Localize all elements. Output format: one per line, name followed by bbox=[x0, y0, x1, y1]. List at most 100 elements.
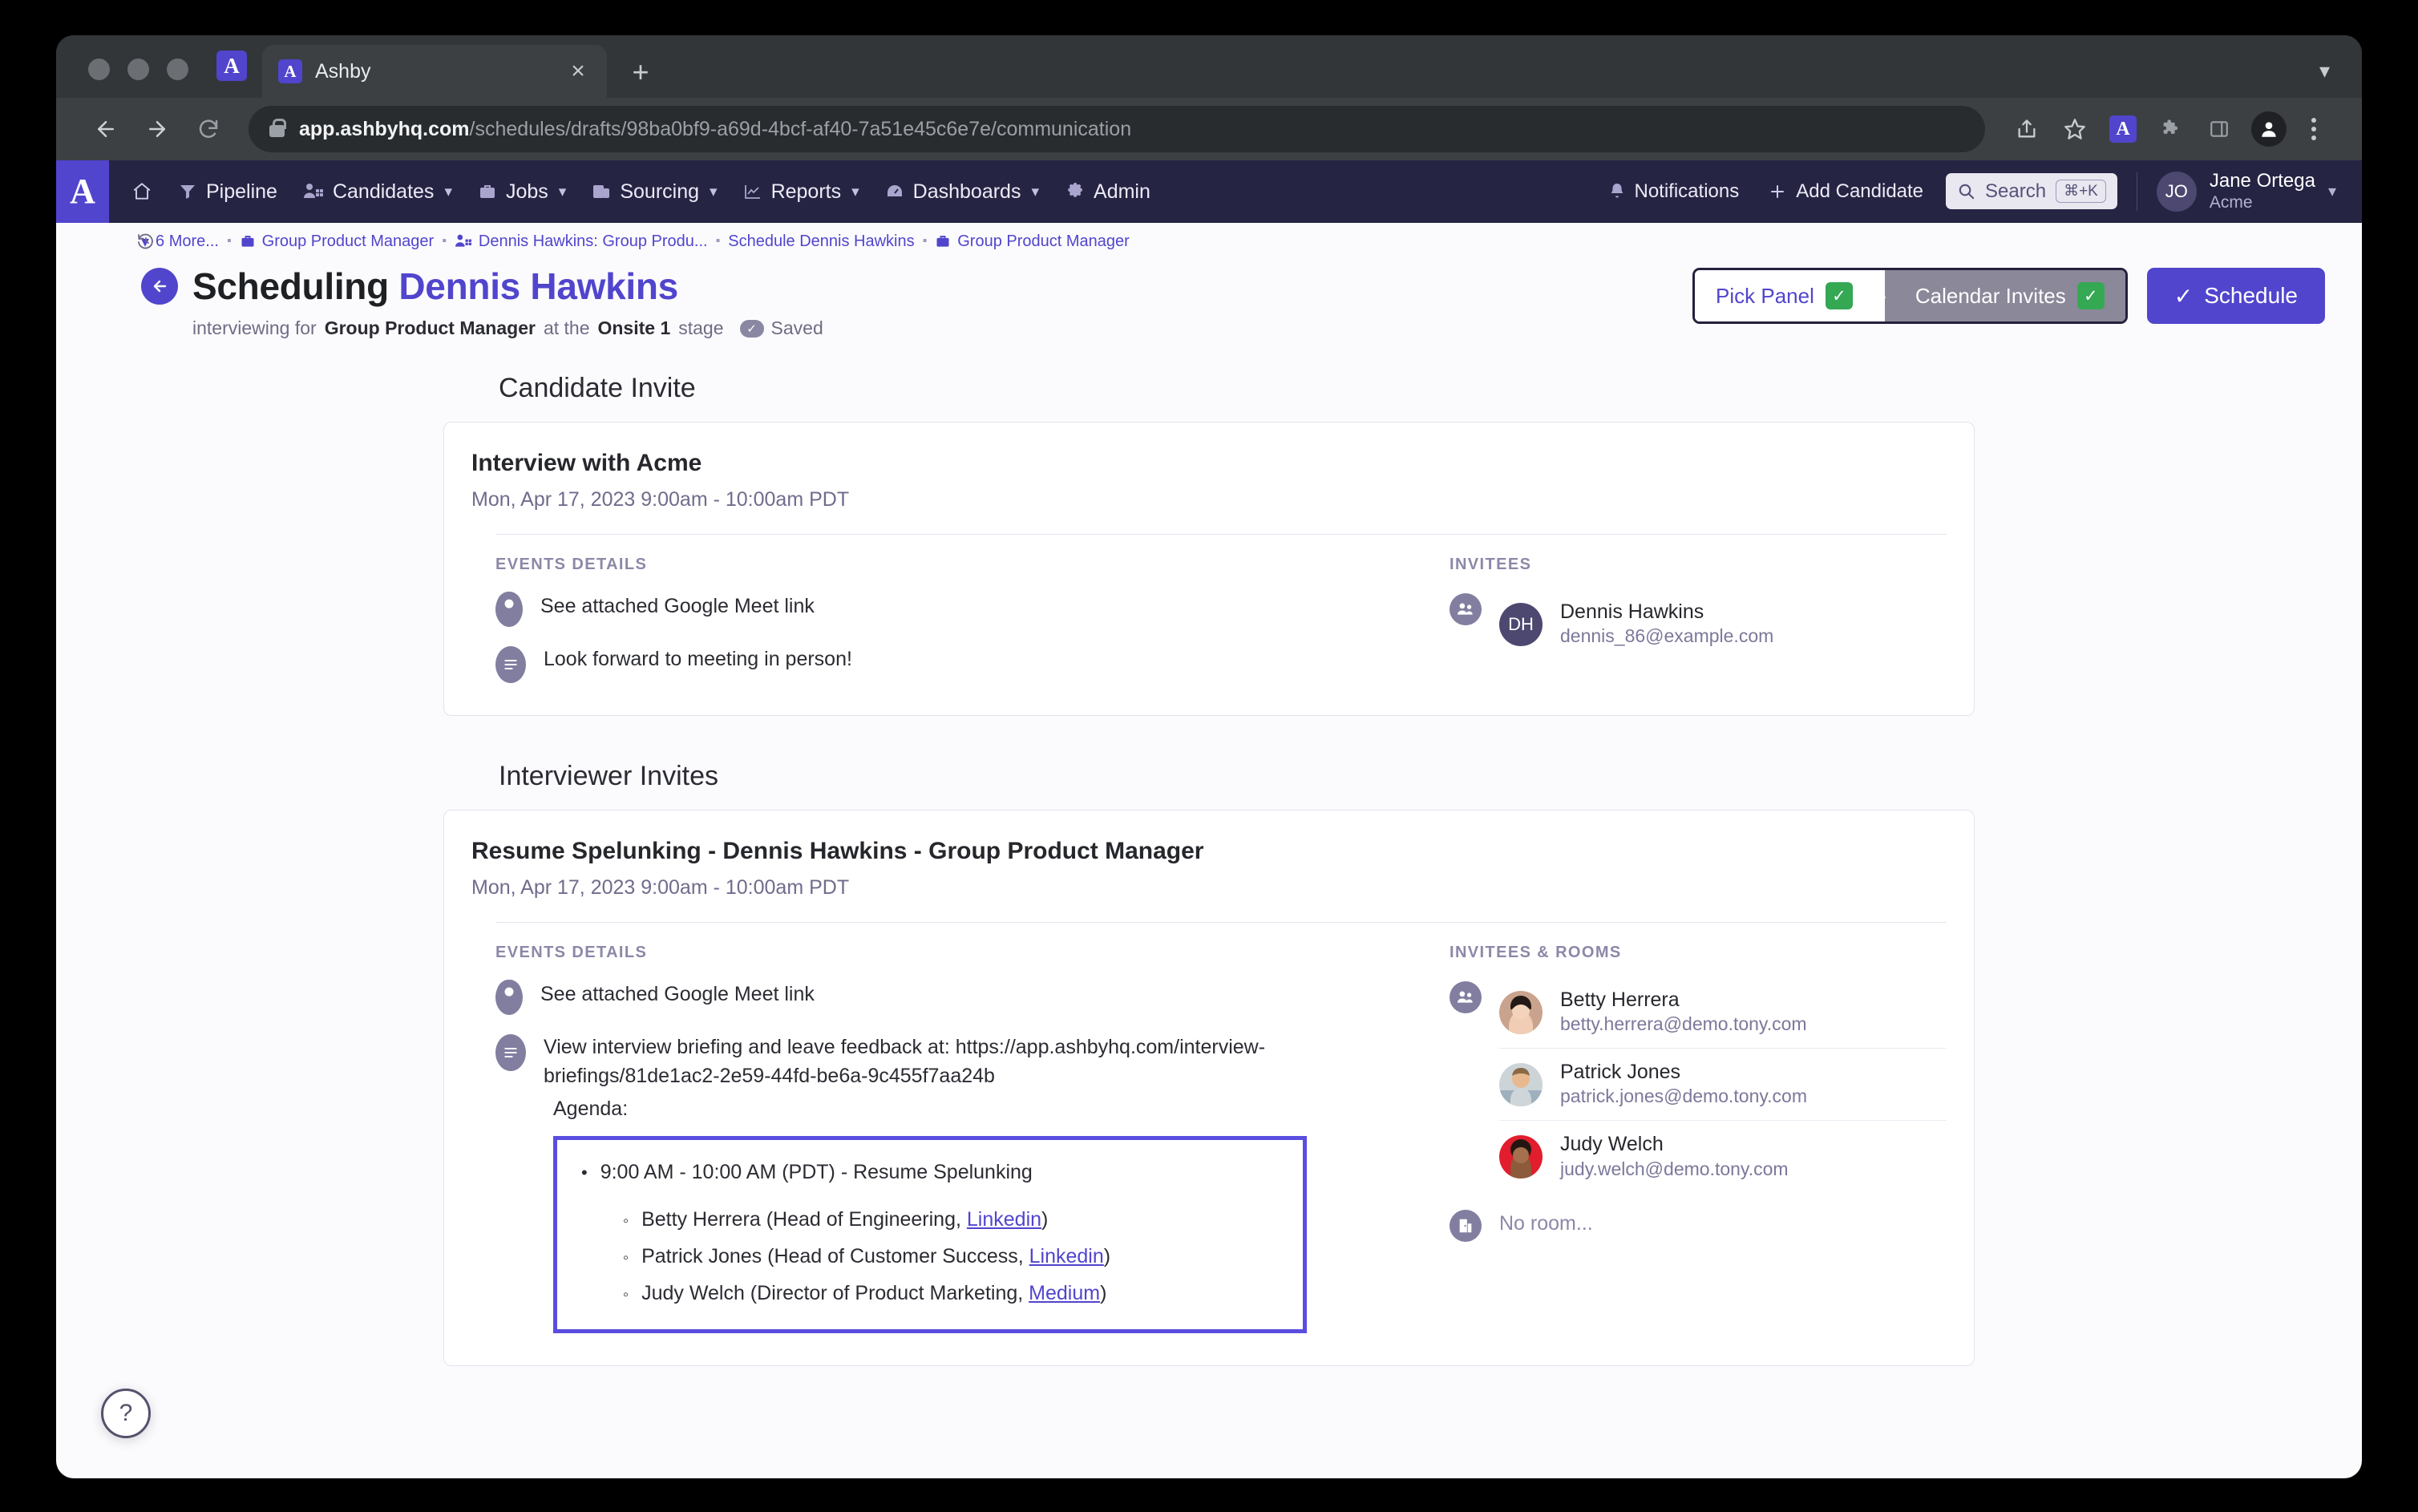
list-item[interactable]: Patrick Jones patrick.jones@demo.tony.co… bbox=[1499, 1048, 1947, 1120]
nav-item-dashboards[interactable]: Dashboards ▾ bbox=[874, 173, 1050, 211]
add-candidate-button[interactable]: Add Candidate bbox=[1757, 173, 1935, 210]
agenda-label: Agenda: bbox=[553, 1097, 629, 1120]
breadcrumb-item-candidate[interactable]: Dennis Hawkins: Group Produ... bbox=[455, 232, 708, 251]
breadcrumb-item-job[interactable]: Group Product Manager bbox=[240, 232, 435, 251]
pinned-tab-icon[interactable]: A bbox=[214, 48, 249, 83]
breadcrumb-label: Group Product Manager bbox=[261, 232, 435, 250]
close-tab-button[interactable]: × bbox=[562, 55, 594, 87]
maximize-window-button[interactable] bbox=[167, 59, 188, 80]
forward-button[interactable] bbox=[135, 107, 180, 152]
app-nav-right: Notifications Add Candidate Search ⌘+K J… bbox=[1597, 170, 2336, 212]
tab-list-chevron-icon[interactable]: ▾ bbox=[2319, 59, 2330, 83]
history-icon[interactable] bbox=[136, 232, 156, 251]
check-icon: ✓ bbox=[2076, 282, 2105, 309]
help-button[interactable]: ? bbox=[101, 1389, 151, 1438]
list-item[interactable]: DH Dennis Hawkins dennis_86@example.com bbox=[1499, 588, 1947, 660]
nav-label-admin: Admin bbox=[1094, 180, 1150, 203]
browser-profile-avatar[interactable] bbox=[2251, 111, 2287, 147]
chevron-down-icon: ▾ bbox=[444, 183, 452, 200]
location-pin-icon bbox=[495, 980, 523, 1015]
address-bar[interactable]: app.ashbyhq.com/schedules/drafts/98ba0bf… bbox=[249, 106, 1985, 152]
agenda-entry-link[interactable]: Medium bbox=[1029, 1282, 1100, 1304]
nav-label-sourcing: Sourcing bbox=[620, 180, 700, 203]
ashby-home-logo[interactable]: A bbox=[56, 160, 109, 223]
page-header: Scheduling Dennis Hawkins interviewing f… bbox=[56, 260, 2362, 339]
breadcrumb-label: Dennis Hawkins: Group Produ... bbox=[478, 232, 708, 250]
invitee-name: Patrick Jones bbox=[1560, 1061, 1681, 1084]
user-menu-button[interactable]: JO Jane Ortega Acme ▾ bbox=[2156, 170, 2336, 212]
tab-calendar-invites[interactable]: Calendar Invites ✓ bbox=[1884, 270, 2125, 321]
search-label: Search bbox=[1985, 180, 2047, 202]
avatar bbox=[1499, 1062, 1543, 1106]
nav-item-reports[interactable]: Reports ▾ bbox=[732, 173, 871, 211]
gear-icon bbox=[1065, 182, 1085, 202]
nav-item-jobs[interactable]: Jobs ▾ bbox=[467, 173, 577, 211]
interviewer-invite-title: Resume Spelunking - Dennis Hawkins - Gro… bbox=[471, 838, 1204, 864]
people-icon bbox=[1450, 593, 1482, 625]
subtitle-stage: Onsite 1 bbox=[597, 317, 671, 338]
search-input[interactable]: Search ⌘+K bbox=[1946, 173, 2117, 210]
breadcrumb-item-schedule[interactable]: Schedule Dennis Hawkins bbox=[728, 232, 914, 251]
invitee-email: dennis_86@example.com bbox=[1560, 625, 1774, 647]
step-label-pick-panel: Pick Panel bbox=[1716, 283, 1814, 308]
sourcing-icon bbox=[592, 182, 611, 201]
nav-item-home[interactable] bbox=[120, 174, 164, 209]
ashby-extension-icon[interactable]: A bbox=[2102, 108, 2144, 150]
window-controls[interactable] bbox=[56, 59, 208, 98]
home-icon bbox=[131, 181, 152, 202]
bullet-icon: • bbox=[581, 1162, 588, 1183]
tab-pick-panel[interactable]: Pick Panel ✓ bbox=[1695, 270, 1886, 321]
agenda-entry-role: Head of Engineering bbox=[773, 1207, 956, 1231]
nav-item-admin[interactable]: Admin bbox=[1053, 173, 1162, 211]
description-text: Look forward to meeting in person! bbox=[544, 648, 852, 670]
back-button[interactable] bbox=[83, 107, 128, 152]
bell-icon bbox=[1608, 182, 1626, 201]
step-label-calendar-invites: Calendar Invites bbox=[1915, 283, 2066, 308]
url-text: app.ashbyhq.com/schedules/drafts/98ba0bf… bbox=[299, 118, 1131, 141]
agenda-entry-link[interactable]: Linkedin bbox=[967, 1208, 1041, 1231]
candidate-invitees-column: Invitees DH Dennis Hawkins denn bbox=[1450, 556, 1947, 683]
invitee-email: judy.welch@demo.tony.com bbox=[1560, 1158, 1789, 1179]
room-row[interactable]: No room... bbox=[1450, 1205, 1947, 1243]
agenda-entry-role: Director of Product Marketing bbox=[757, 1281, 1018, 1304]
page-title-prefix: Scheduling bbox=[192, 265, 389, 307]
reload-button[interactable] bbox=[186, 107, 231, 152]
bullet-icon: ◦ bbox=[623, 1285, 629, 1304]
share-icon[interactable] bbox=[2006, 108, 2048, 150]
nav-label-reports: Reports bbox=[770, 180, 842, 203]
new-tab-button[interactable]: + bbox=[625, 56, 657, 88]
status-badge: ✓ Saved bbox=[739, 317, 823, 339]
extensions-puzzle-icon[interactable] bbox=[2150, 108, 2192, 150]
nav-item-pipeline[interactable]: Pipeline bbox=[167, 173, 289, 211]
subtitle-suffix: stage bbox=[678, 317, 724, 338]
browser-menu-button[interactable] bbox=[2293, 108, 2335, 150]
nav-item-candidates[interactable]: Candidates ▾ bbox=[292, 173, 463, 211]
interviewer-invite-body: Events Details See attached Google Meet … bbox=[471, 923, 1947, 1333]
list-item[interactable]: Betty Herrera betty.herrera@demo.tony.co… bbox=[1499, 976, 1947, 1048]
room-door-icon bbox=[1450, 1210, 1482, 1243]
notifications-button[interactable]: Notifications bbox=[1597, 173, 1751, 210]
breadcrumb: ▾ 6 More... ▪ Group Product Manager ▪ De… bbox=[56, 223, 2362, 260]
people-icon bbox=[1450, 981, 1482, 1013]
page-header-left: Scheduling Dennis Hawkins interviewing f… bbox=[141, 265, 1692, 339]
gauge-icon bbox=[885, 182, 904, 201]
breadcrumb-item-job-2[interactable]: Group Product Manager bbox=[935, 232, 1130, 251]
interviewer-invite-datetime: Mon, Apr 17, 2023 9:00am - 10:00am PDT bbox=[471, 876, 850, 899]
minimize-window-button[interactable] bbox=[127, 59, 149, 80]
chevron-down-icon: ▾ bbox=[710, 183, 718, 200]
nav-label-dashboards: Dashboards bbox=[912, 180, 1021, 203]
cloud-check-icon: ✓ bbox=[739, 319, 764, 338]
close-window-button[interactable] bbox=[88, 59, 110, 80]
nav-label-candidates: Candidates bbox=[332, 180, 435, 203]
schedule-button[interactable]: ✓ Schedule bbox=[2146, 268, 2325, 324]
agenda-entry-link[interactable]: Linkedin bbox=[1029, 1245, 1104, 1267]
bookmark-star-icon[interactable] bbox=[2054, 108, 2096, 150]
invitees-label: Invitees bbox=[1450, 556, 1532, 573]
list-item[interactable]: Judy Welch judy.welch@demo.tony.com bbox=[1499, 1120, 1947, 1192]
back-button[interactable] bbox=[141, 268, 178, 305]
side-panel-icon[interactable] bbox=[2198, 108, 2240, 150]
invitee-email: betty.herrera@demo.tony.com bbox=[1560, 1013, 1807, 1035]
tab-favicon-icon: A bbox=[278, 59, 302, 83]
browser-tab-ashby[interactable]: A Ashby × bbox=[262, 45, 607, 98]
nav-item-sourcing[interactable]: Sourcing ▾ bbox=[580, 173, 728, 211]
